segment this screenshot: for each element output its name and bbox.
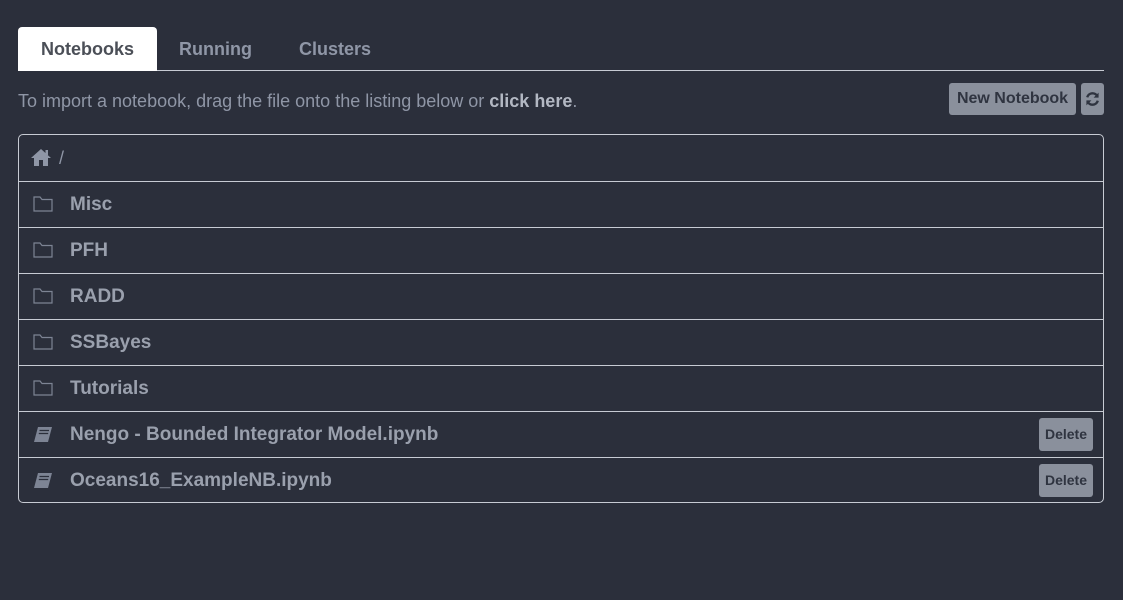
folder-icon: [33, 333, 53, 355]
folder-name[interactable]: PFH: [70, 228, 108, 274]
list-item[interactable]: PFH: [19, 227, 1103, 273]
folder-icon: [33, 379, 53, 401]
tab-clusters[interactable]: Clusters: [299, 27, 371, 70]
breadcrumb: /: [19, 135, 1103, 181]
refresh-icon: [1086, 92, 1099, 106]
refresh-button[interactable]: [1081, 83, 1104, 115]
notebook-icon: [33, 426, 53, 448]
list-item[interactable]: Misc: [19, 181, 1103, 227]
folder-name[interactable]: SSBayes: [70, 320, 151, 366]
delete-button[interactable]: Delete: [1039, 418, 1093, 451]
tab-notebooks[interactable]: Notebooks: [18, 27, 157, 71]
notebook-name[interactable]: Oceans16_ExampleNB.ipynb: [70, 458, 332, 502]
list-item[interactable]: Oceans16_ExampleNB.ipynb Delete: [19, 457, 1103, 502]
breadcrumb-separator: /: [59, 148, 65, 168]
import-hint-suffix: .: [572, 91, 578, 111]
list-item[interactable]: Tutorials: [19, 365, 1103, 411]
folder-icon: [33, 195, 53, 217]
click-here-link[interactable]: click here: [489, 91, 572, 111]
folder-name[interactable]: RADD: [70, 274, 125, 320]
folder-icon: [33, 287, 53, 309]
folder-icon: [33, 241, 53, 263]
notebook-listing: / Misc PFH RADD SSBayes Tutorials Nengo …: [18, 134, 1104, 503]
notebook-icon: [33, 472, 53, 494]
tab-running[interactable]: Running: [179, 27, 252, 70]
notebook-name[interactable]: Nengo - Bounded Integrator Model.ipynb: [70, 412, 438, 458]
home-icon[interactable]: [30, 148, 52, 172]
delete-button[interactable]: Delete: [1039, 464, 1093, 497]
tab-bar: Notebooks Running Clusters: [18, 27, 1104, 71]
import-hint: To import a notebook, drag the file onto…: [18, 91, 577, 112]
list-item[interactable]: Nengo - Bounded Integrator Model.ipynb D…: [19, 411, 1103, 457]
list-item[interactable]: RADD: [19, 273, 1103, 319]
folder-name[interactable]: Tutorials: [70, 366, 149, 412]
folder-name[interactable]: Misc: [70, 182, 112, 228]
new-notebook-button[interactable]: New Notebook: [949, 83, 1076, 115]
list-item[interactable]: SSBayes: [19, 319, 1103, 365]
import-hint-text: To import a notebook, drag the file onto…: [18, 91, 490, 111]
